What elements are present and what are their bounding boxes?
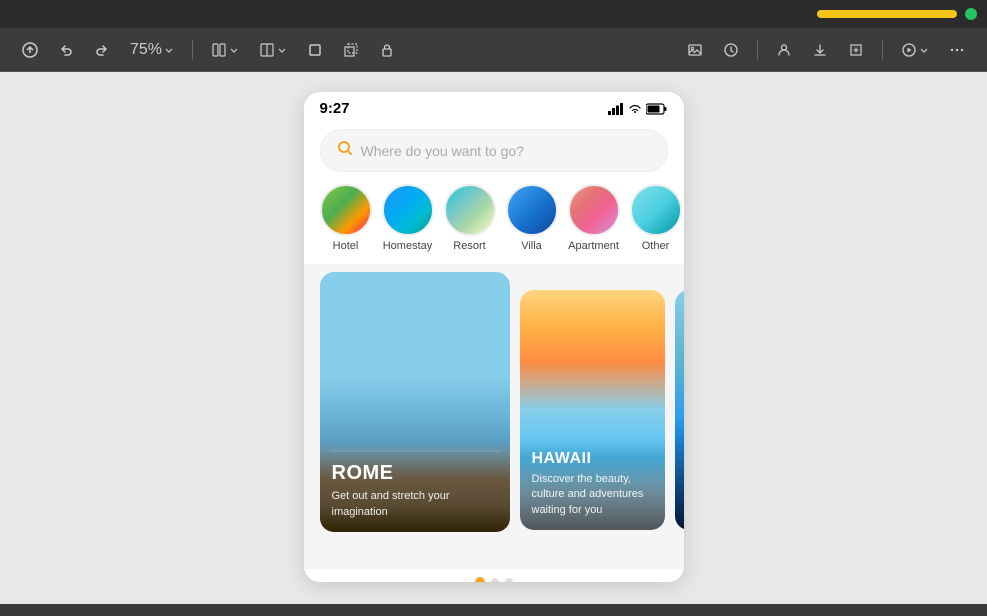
signal-icon bbox=[608, 103, 624, 115]
category-label-homestay: Homestay bbox=[383, 240, 433, 252]
undo-button[interactable] bbox=[52, 38, 80, 62]
dot-2[interactable] bbox=[491, 578, 499, 582]
transform-button[interactable] bbox=[337, 38, 365, 62]
category-circle-resort bbox=[444, 184, 496, 236]
battery-icon bbox=[646, 103, 668, 115]
search-section: Where do you want to go? bbox=[304, 121, 684, 184]
lock-button[interactable] bbox=[373, 38, 401, 62]
toolbar-separator-3 bbox=[882, 40, 883, 60]
zoom-value: 75% bbox=[130, 41, 162, 59]
search-placeholder: Where do you want to go? bbox=[361, 143, 651, 159]
category-apartment[interactable]: Apartment bbox=[568, 184, 620, 252]
search-icon bbox=[337, 140, 353, 161]
card-hawaii-overlay: HAWAII Discover the beauty, culture and … bbox=[520, 437, 665, 530]
card-rome-desc: Get out and stretch your imagination bbox=[332, 489, 498, 520]
status-dot bbox=[965, 8, 977, 20]
card-hawaii-desc: Discover the beauty, culture and adventu… bbox=[532, 472, 653, 518]
toolbar-separator bbox=[192, 40, 193, 60]
status-time: 9:27 bbox=[320, 100, 350, 117]
cards-section: ROME Get out and stretch your imaginatio… bbox=[304, 264, 684, 569]
category-circle-hotel bbox=[320, 184, 372, 236]
category-villa[interactable]: Villa bbox=[506, 184, 558, 252]
image-button[interactable] bbox=[681, 38, 709, 62]
category-label-villa: Villa bbox=[521, 240, 542, 252]
main-content: 9:27 bbox=[0, 72, 987, 604]
category-resort[interactable]: Resort bbox=[444, 184, 496, 252]
history-button[interactable] bbox=[717, 38, 745, 62]
status-icons bbox=[608, 103, 668, 115]
category-homestay[interactable]: Homestay bbox=[382, 184, 434, 252]
dots-navigation bbox=[304, 569, 684, 582]
redo-button[interactable] bbox=[88, 38, 116, 62]
status-bar: 9:27 bbox=[304, 92, 684, 121]
category-label-apartment: Apartment bbox=[568, 240, 619, 252]
zoom-button[interactable]: 75% bbox=[124, 37, 180, 63]
category-label-resort: Resort bbox=[453, 240, 485, 252]
layout2-button[interactable] bbox=[253, 38, 293, 62]
card-hawaii-title: HAWAII bbox=[532, 449, 653, 468]
card-pacific-overlay: PACIFIC OCEAN Plan your trip with Pacifi… bbox=[675, 417, 684, 530]
category-other[interactable]: Other bbox=[630, 184, 682, 252]
categories-row: Hotel Homestay Resort Villa Apartment Ot… bbox=[304, 184, 684, 264]
crop-button[interactable] bbox=[301, 38, 329, 62]
card-pacific[interactable]: PACIFIC OCEAN Plan your trip with Pacifi… bbox=[675, 290, 684, 530]
play-button[interactable] bbox=[895, 38, 935, 62]
share-button[interactable] bbox=[842, 38, 870, 62]
category-circle-homestay bbox=[382, 184, 434, 236]
download-button[interactable] bbox=[806, 38, 834, 62]
category-circle-apartment bbox=[568, 184, 620, 236]
card-rome[interactable]: ROME Get out and stretch your imaginatio… bbox=[320, 272, 510, 532]
toolbar: 75% bbox=[0, 28, 987, 72]
toolbar-separator-2 bbox=[757, 40, 758, 60]
category-label-hotel: Hotel bbox=[333, 240, 359, 252]
search-bar[interactable]: Where do you want to go? bbox=[320, 129, 668, 172]
dot-3[interactable] bbox=[505, 578, 513, 582]
category-circle-other bbox=[630, 184, 682, 236]
progress-bar bbox=[817, 10, 957, 18]
dot-1[interactable] bbox=[475, 577, 485, 582]
phone-mockup: 9:27 bbox=[304, 92, 684, 582]
upload-button[interactable] bbox=[16, 38, 44, 62]
category-label-other: Other bbox=[642, 240, 670, 252]
card-hawaii[interactable]: HAWAII Discover the beauty, culture and … bbox=[520, 290, 665, 530]
category-hotel[interactable]: Hotel bbox=[320, 184, 372, 252]
card-rome-overlay: ROME Get out and stretch your imaginatio… bbox=[320, 449, 510, 532]
wifi-icon bbox=[628, 103, 642, 115]
category-circle-villa bbox=[506, 184, 558, 236]
layout1-button[interactable] bbox=[205, 38, 245, 62]
card-rome-title: ROME bbox=[332, 461, 498, 485]
user-button[interactable] bbox=[770, 38, 798, 62]
more-button[interactable] bbox=[943, 38, 971, 62]
